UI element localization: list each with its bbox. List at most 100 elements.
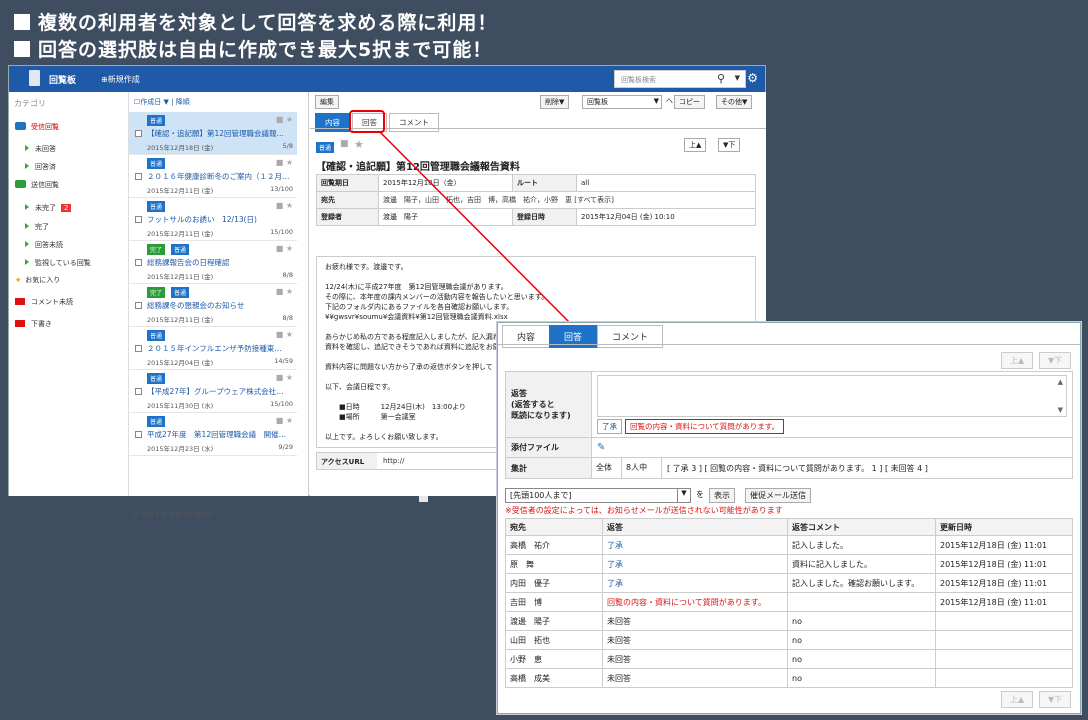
folder-icon xyxy=(15,320,25,327)
item-checkbox[interactable] xyxy=(135,216,142,223)
item-title[interactable]: ２０１６年健康診断冬のご案内（１２月… xyxy=(147,171,295,182)
list-item[interactable]: 普通 ■ ★ 【平成27年】グループウェア株式会社… 2015年11月30日 (水) 1… xyxy=(129,370,297,413)
item-checkbox[interactable] xyxy=(135,259,142,266)
choice-question-button[interactable]: 回覧の内容・資料について質問があります。 xyxy=(625,419,785,434)
search-input[interactable]: 回覧板検索 ⚲ ▼ xyxy=(614,70,746,88)
item-count: 8/8 xyxy=(282,271,293,279)
delete-button[interactable]: 削除▼ xyxy=(540,95,570,109)
triangle-icon xyxy=(25,223,29,229)
answer-panel: 内容 回答 コメント 上▲ ▼下 返答 (返答すると 既読になります) ▲ ▼ 了… xyxy=(497,322,1081,714)
item-checkbox[interactable] xyxy=(135,130,142,137)
item-title[interactable]: ２０１５年インフルエンザ予防接種東… xyxy=(147,343,295,354)
sidebar-item-answered[interactable]: 回答済 xyxy=(25,162,56,172)
list-item[interactable]: 普通 ■ ★ フットサルのお誘い 12/13(日) 2015年12月11日 (金) 15… xyxy=(129,198,297,241)
item-count: 15/100 xyxy=(270,400,293,408)
next-button[interactable]: ▼下 xyxy=(718,138,741,152)
item-count: 15/100 xyxy=(270,228,293,236)
table-row: 小野 恵未回答 no xyxy=(505,649,1073,669)
star-icon[interactable]: ■ ★ xyxy=(276,115,293,124)
sidebar-item-complete[interactable]: 完了 xyxy=(25,222,49,232)
prev-button-bottom[interactable]: 上▲ xyxy=(1001,691,1034,708)
status-tag: 普通 xyxy=(147,158,166,169)
paperclip-icon[interactable]: ✎ xyxy=(597,442,605,453)
sidebar: カテゴリ 受信回覧 未回答 回答済 送信回覧 未完了 2 完了 回答未読 監視して… xyxy=(9,92,129,496)
status-tag: 普通 xyxy=(171,244,190,255)
item-title[interactable]: 総務課報告会の日程確認 xyxy=(147,257,295,268)
sidebar-item-sent[interactable]: 送信回覧 xyxy=(15,180,59,190)
sidebar-item-comment-unread[interactable]: コメント未読 xyxy=(15,297,73,307)
star-icon[interactable]: ■ ★ xyxy=(276,287,293,296)
triangle-icon xyxy=(25,145,29,151)
next-button-bottom[interactable]: ▼下 xyxy=(1039,691,1072,708)
triangle-icon xyxy=(25,204,29,210)
next-button[interactable]: ▼下 xyxy=(1039,352,1072,369)
table-row: 渡邊 陽子 未回答 no xyxy=(505,611,1073,631)
item-checkbox[interactable] xyxy=(135,388,142,395)
warning-text: ※受信者の設定によっては、お知らせメールが送信されない可能性があります xyxy=(505,506,783,515)
tab-content[interactable]: 内容 xyxy=(315,113,350,132)
tab-comment[interactable]: コメント xyxy=(389,113,439,132)
meta-table: 回覧期日 2015年12月18日（金） ルート all 宛先 渡邊 陽子，山田 拓也，吉… xyxy=(316,174,756,226)
star-icon[interactable]: ■ ★ xyxy=(276,330,293,339)
star-icon[interactable]: ★ xyxy=(354,138,364,151)
status-tag: 完了 xyxy=(147,287,166,298)
item-title[interactable]: 平成27年度 第12回管理職会議 開催… xyxy=(147,429,295,440)
list-item[interactable]: 普通 ■ ★ ２０１５年インフルエンザ予防接種東… 2015年12月04日 (金) 14… xyxy=(129,327,297,370)
star-icon[interactable]: ■ ★ xyxy=(276,373,293,382)
star-icon[interactable]: ■ ★ xyxy=(276,244,293,253)
reply-textarea[interactable]: ▲ ▼ xyxy=(597,375,1067,417)
edit-button[interactable]: 編集 xyxy=(315,95,339,109)
category-label: カテゴリ xyxy=(14,99,46,108)
item-checkbox[interactable] xyxy=(135,302,142,309)
copy-button[interactable]: コピー xyxy=(674,95,705,109)
outbox-icon xyxy=(15,180,26,188)
item-title[interactable]: フットサルのお誘い 12/13(日) xyxy=(147,214,295,225)
search-icon[interactable]: ⚲ xyxy=(717,72,725,85)
list-item[interactable]: 普通 ■ ★ ２０１６年健康診断冬のご案内（１２月… 2015年12月11日 (金) 1… xyxy=(129,155,297,198)
item-date: 2015年12月23日 (水) xyxy=(147,445,214,453)
star-icon[interactable]: ■ ★ xyxy=(276,416,293,425)
gear-icon[interactable]: ⚙ xyxy=(747,71,758,85)
board-select[interactable]: 回覧板 ▼ xyxy=(582,95,662,109)
other-button[interactable]: その他▼ xyxy=(716,95,753,109)
item-count: 9/29 xyxy=(278,443,293,451)
sidebar-item-monitoring[interactable]: 監視している回覧 xyxy=(25,258,91,268)
choice-accept-button[interactable]: 了承 xyxy=(597,419,622,434)
star-icon[interactable]: ■ ★ xyxy=(276,158,293,167)
circular-title: 【確認・追記願】第12回管理職会議報告資料 xyxy=(316,162,520,173)
item-date: 2015年12月11日 (金) xyxy=(147,273,214,281)
prev-button[interactable]: 上▲ xyxy=(684,138,707,152)
sidebar-item-received[interactable]: 受信回覧 xyxy=(15,122,59,132)
list-item[interactable]: 完了 普通 ■ ★ 総務課冬の懇親会のお知らせ 2015年12月11日 (金) 8/8 xyxy=(129,284,297,327)
star-icon[interactable]: ■ ★ xyxy=(276,201,293,210)
sidebar-item-unread[interactable]: 回答未読 xyxy=(25,240,63,250)
total-summary: [ 了承 3 ] [ 回覧の内容・資料について質問があります。 1 ] [ 未回… xyxy=(667,463,928,473)
sidebar-item-favorites[interactable]: ★ お気に入り xyxy=(15,275,60,285)
show-button[interactable]: 表示 xyxy=(709,488,735,503)
sort-control[interactable]: ☐作成日 ▼ | 降順 xyxy=(134,97,190,107)
sidebar-item-unanswered[interactable]: 未回答 xyxy=(25,144,56,154)
chevron-down-icon[interactable]: ▼ xyxy=(735,74,740,82)
item-checkbox[interactable] xyxy=(135,173,142,180)
new-create-button[interactable]: ⊕新規作成 xyxy=(101,74,140,85)
item-title[interactable]: 【確認・追記願】第12回管理職会議報… xyxy=(147,128,295,139)
heading-1: 複数の利用者を対象として回答を求める際に利用！ xyxy=(14,8,497,35)
prev-button[interactable]: 上▲ xyxy=(1001,352,1034,369)
range-select[interactable]: [先頭100人まで] ▼ xyxy=(505,488,691,503)
highlight-box xyxy=(349,110,385,133)
app-title[interactable]: 回覧板 xyxy=(49,73,76,86)
item-count: 13/100 xyxy=(270,185,293,193)
list-item[interactable]: 普通 ■ ★ 平成27年度 第12回管理職会議 開催… 2015年12月23日 (水)… xyxy=(129,413,297,456)
item-date: 2015年12月11日 (金) xyxy=(147,230,214,238)
item-checkbox[interactable] xyxy=(135,431,142,438)
item-title[interactable]: 【平成27年】グループウェア株式会社… xyxy=(147,386,295,397)
status-tag: 普通 xyxy=(147,373,166,384)
sidebar-item-incomplete[interactable]: 未完了 2 xyxy=(25,203,72,213)
remind-mail-button[interactable]: 催促メール送信 xyxy=(745,488,811,503)
sidebar-item-drafts[interactable]: 下書き xyxy=(15,319,52,329)
list-item[interactable]: 完了 普通 ■ ★ 総務課報告会の日程確認 2015年12月11日 (金) 8/8 xyxy=(129,241,297,284)
item-title[interactable]: 総務課冬の懇親会のお知らせ xyxy=(147,300,295,311)
item-checkbox[interactable] xyxy=(135,345,142,352)
table-row: 山田 拓也 未回答 no xyxy=(505,630,1073,650)
list-item[interactable]: 普通 ■ ★ 【確認・追記願】第12回管理職会議報… 2015年12月18日 (金) 5… xyxy=(129,112,297,155)
